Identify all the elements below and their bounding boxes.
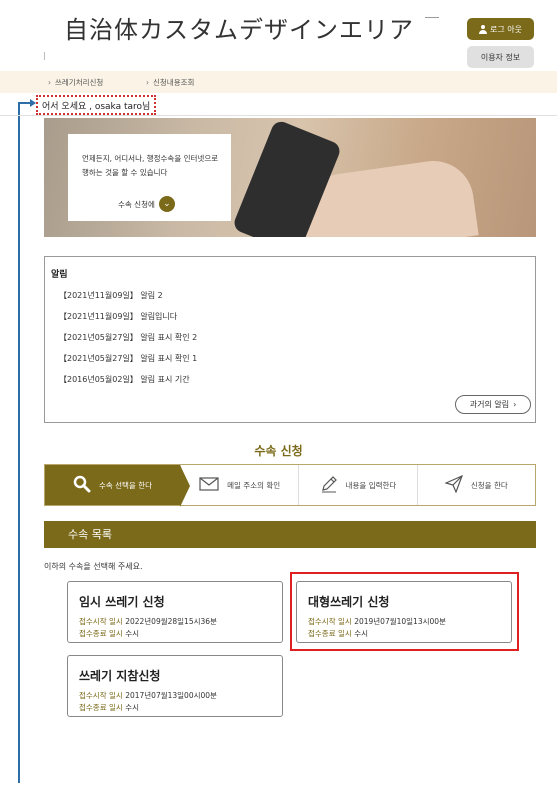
divider	[0, 115, 557, 116]
procedure-name: 쓰레기 지참신청	[79, 669, 161, 683]
apply-link[interactable]: 수속 신청에 ⌄	[118, 196, 175, 212]
end-label: 접수종료 일시	[79, 703, 123, 712]
start-value: 2019년07월10일13시00분	[354, 617, 446, 626]
notice-item[interactable]: 【2021년11월09일】 알림입니다	[59, 311, 177, 322]
start-line: 접수시작 일시 2019년07월10일13시00분	[308, 616, 446, 627]
step-select: 수속 선택을 한다	[45, 465, 190, 507]
procedure-card[interactable]: 쓰레기 지참신청 접수시작 일시 2017년07월13일00시00분 접수종료 …	[67, 655, 283, 717]
chevron-down-icon: ⌄	[158, 196, 175, 212]
hero-banner: 언제든지, 어디서나, 행정수속을 인터넷으로 행하는 것을 할 수 있습니다 …	[44, 118, 536, 237]
past-notices-label: 과거의 알림	[469, 400, 510, 409]
welcome-message: 어서 오세요 , osaka taro님	[36, 95, 157, 115]
procedure-steps: 수속 선택을 한다 메일 주소의 확인 내용을 입력한다 신청을 한다	[44, 464, 536, 507]
procedure-title: 수속 신청	[254, 444, 303, 458]
step-arrow	[179, 465, 190, 507]
end-value: 수시	[354, 629, 368, 638]
send-icon	[444, 474, 463, 496]
procedure-card[interactable]: 임시 쓰레기 신청 접수시작 일시 2022년09월28일15시36분 접수종료…	[67, 581, 283, 643]
breadcrumb-item-inquiry[interactable]: › 신청내용조회	[146, 77, 194, 88]
procedure-name: 대형쓰레기 신청	[308, 595, 390, 609]
start-label: 접수시작 일시	[308, 617, 352, 626]
chevron-right-icon: ›	[48, 78, 51, 87]
title-decoration	[425, 17, 439, 18]
breadcrumb-label: 쓰레기처리신청	[55, 78, 104, 87]
step-submit: 신청을 한다	[418, 465, 535, 505]
breadcrumb-item-garbage[interactable]: › 쓰레기처리신청	[48, 77, 103, 88]
past-notices-button[interactable]: 과거의 알림 ›	[455, 395, 531, 414]
logout-label: 로그 아웃	[490, 24, 522, 34]
procedure-list-header: 수속 목록	[44, 521, 536, 548]
step-label: 내용을 입력한다	[345, 480, 397, 490]
hero-text: 언제든지, 어디서나, 행정수속을 인터넷으로 행하는 것을 할 수 있습니다	[82, 154, 219, 177]
site-title: 自治体カスタムデザインエリア	[64, 16, 414, 44]
step-mail: 메일 주소의 확인	[181, 465, 300, 505]
notice-item[interactable]: 【2021년05월27일】 알림 표시 확인 2	[59, 332, 197, 343]
start-line: 접수시작 일시 2017년07월13일00시00분	[79, 690, 217, 701]
notice-title: 알림	[51, 270, 68, 280]
start-value: 2022년09월28일15시36분	[125, 617, 217, 626]
chevron-right-icon: ›	[513, 400, 517, 409]
end-line: 접수종료 일시 수시	[79, 628, 139, 639]
start-value: 2017년07월13일00시00분	[125, 691, 217, 700]
end-value: 수시	[125, 629, 139, 638]
chevron-right-icon: ›	[146, 78, 149, 87]
notice-item[interactable]: 【2016년05월02일】 알림 표시 기간	[59, 374, 190, 385]
hero-card: 언제든지, 어디서나, 행정수속을 인터넷으로 행하는 것을 할 수 있습니다 …	[68, 134, 231, 221]
step-label: 신청을 한다	[470, 480, 508, 490]
procedure-card[interactable]: 대형쓰레기 신청 접수시작 일시 2019년07월10일13시00분 접수종료 …	[296, 581, 512, 643]
procedure-name: 임시 쓰레기 신청	[79, 595, 165, 609]
step-label: 수속 선택을 한다	[98, 480, 153, 490]
list-instruction: 이하의 수속을 선택해 주세요.	[44, 562, 143, 571]
step-label: 메일 주소의 확인	[227, 480, 281, 490]
pencil-icon	[320, 475, 338, 496]
end-line: 접수종료 일시 수시	[308, 628, 368, 639]
user-info-button[interactable]: 이용자 정보	[467, 46, 534, 68]
breadcrumb-label: 신청내용조회	[153, 78, 195, 87]
end-line: 접수종료 일시 수시	[79, 702, 139, 713]
end-label: 접수종료 일시	[308, 629, 352, 638]
notice-panel: 알림 【2021년11월09일】 알림 2 【2021년11월09일】 알림입니…	[44, 256, 536, 423]
step-input: 내용을 입력한다	[299, 465, 418, 505]
notice-item[interactable]: 【2021년11월09일】 알림 2	[59, 290, 163, 301]
start-line: 접수시작 일시 2022년09월28일15시36분	[79, 616, 217, 627]
notice-item[interactable]: 【2021년05월27일】 알림 표시 확인 1	[59, 353, 197, 364]
user-icon	[479, 24, 487, 34]
end-label: 접수종료 일시	[79, 629, 123, 638]
logout-button[interactable]: 로그 아웃	[467, 18, 534, 40]
start-label: 접수시작 일시	[79, 691, 123, 700]
apply-link-label: 수속 신청에	[118, 199, 155, 209]
start-label: 접수시작 일시	[79, 617, 123, 626]
mail-icon	[199, 476, 219, 494]
header-mark	[44, 52, 45, 60]
end-value: 수시	[125, 703, 139, 712]
search-icon	[73, 475, 91, 496]
